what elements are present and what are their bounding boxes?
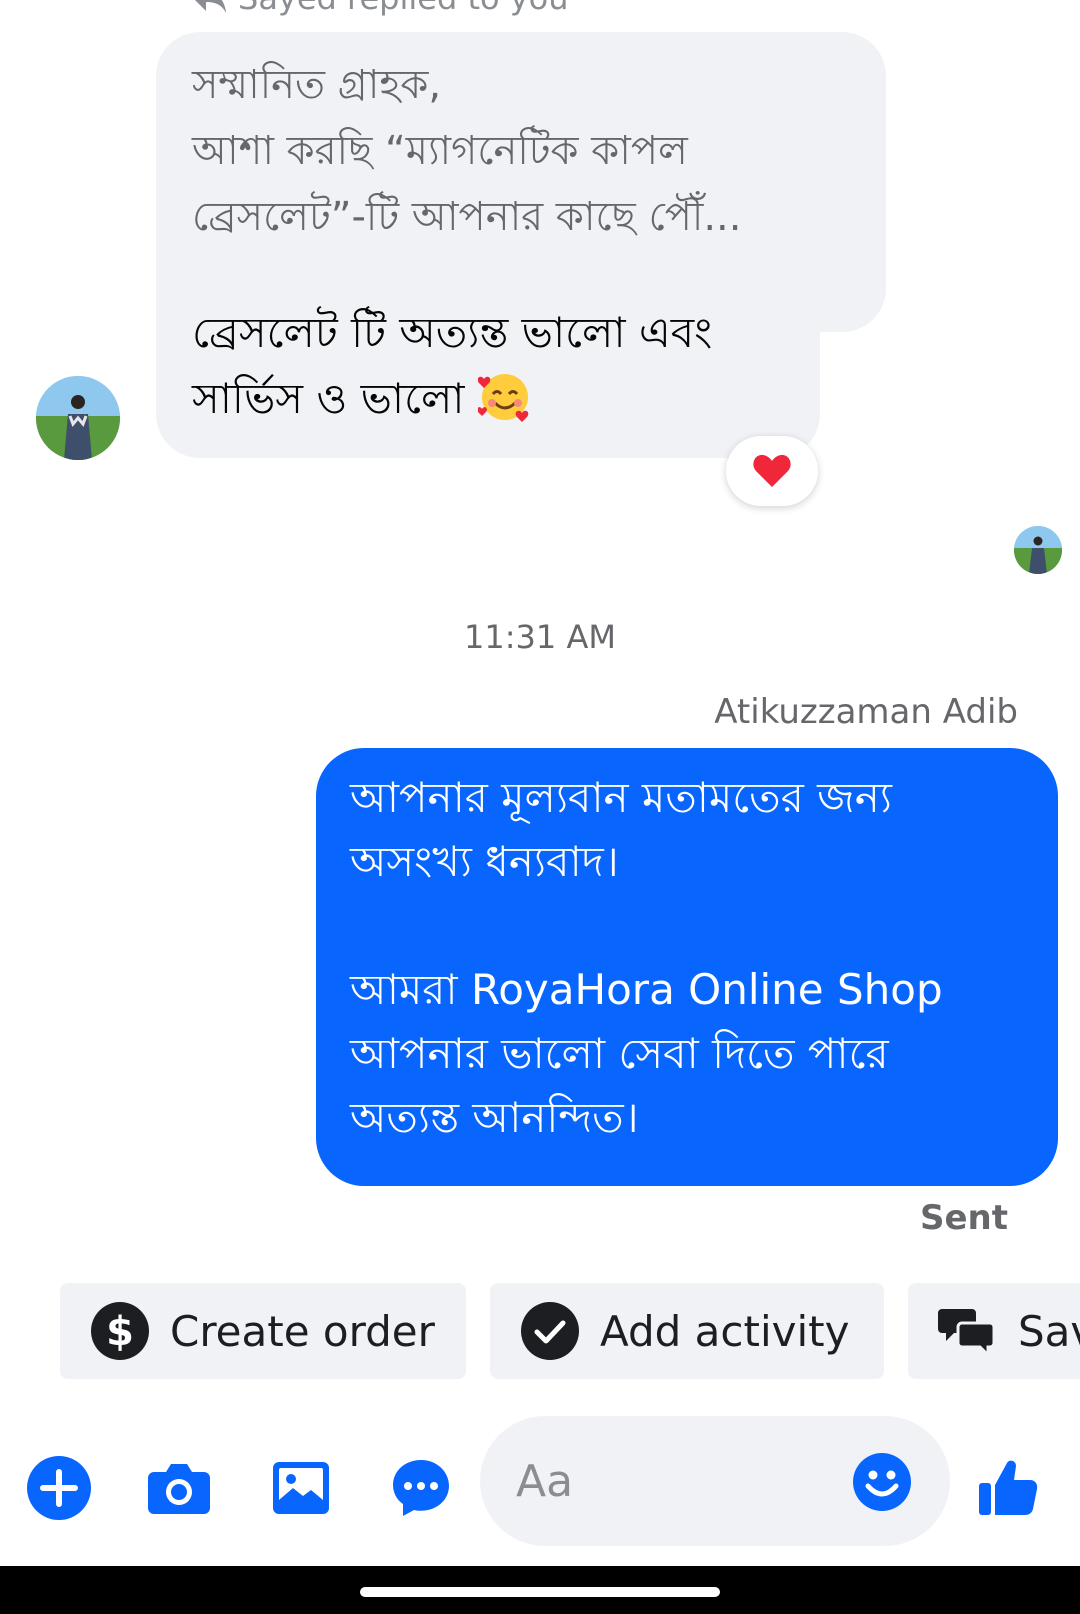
gallery-button[interactable] — [268, 1455, 334, 1521]
received-line: ব্রেসলেট টি অত্যন্ত ভালো এবং — [192, 308, 713, 357]
sent-line: আপনার ভালো সেবা দিতে পারে — [350, 1029, 889, 1078]
quoted-line: আশা করছি “ম্যাগনেটিক কাপল — [192, 128, 688, 174]
sent-line: আপনার মূল্যবান মতামতের জন্য — [350, 773, 892, 822]
add-activity-label: Add activity — [600, 1306, 850, 1356]
sent-message-text: আপনার মূল্যবান মতামতের জন্য অসংখ্য ধন্যব… — [350, 766, 1050, 1150]
message-timestamp: 11:31 AM — [464, 618, 616, 656]
saved-replies-button[interactable]: Sav — [908, 1283, 1080, 1379]
contact-avatar[interactable] — [36, 376, 120, 460]
chat-bubbles-icon — [938, 1309, 996, 1359]
sent-line: আমরা RoyaHora Online Shop — [350, 965, 943, 1014]
svg-text:$: $ — [106, 1309, 134, 1355]
received-line-with-emoji: সার্ভিস ও ভালো — [192, 366, 832, 432]
quoted-line: সম্মানিত গ্রাহক, — [192, 62, 442, 108]
reply-header-label: Sayed replied to you — [238, 0, 569, 17]
reply-header: Sayed replied to you — [190, 0, 569, 18]
create-order-label: Create order — [170, 1306, 435, 1356]
plus-icon — [27, 1456, 91, 1520]
dollar-icon: $ — [91, 1302, 149, 1360]
like-button[interactable] — [974, 1452, 1044, 1522]
message-input-placeholder: Aa — [516, 1455, 574, 1507]
thumbs-up-icon — [979, 1460, 1038, 1515]
sent-line: অত্যন্ত আনন্দিত। — [350, 1093, 639, 1142]
saved-replies-label: Sav — [1018, 1306, 1080, 1356]
sent-line: অসংখ্য ধন্যবাদ। — [350, 837, 619, 886]
received-line: সার্ভিস ও ভালো — [192, 374, 465, 423]
sender-name: Atikuzzaman Adib — [714, 692, 1018, 732]
more-options-button[interactable] — [388, 1455, 454, 1521]
heart-icon — [753, 454, 791, 487]
person-photo — [1014, 526, 1062, 574]
sent-line — [350, 894, 1050, 958]
person-photo — [36, 376, 120, 460]
create-order-button[interactable]: $ Create order — [60, 1283, 466, 1379]
read-receipt-avatar — [1014, 526, 1062, 574]
smiling-face-with-hearts-icon — [477, 374, 529, 422]
reaction-badge[interactable] — [726, 436, 818, 506]
reply-arrow-icon — [195, 0, 226, 13]
home-indicator[interactable] — [360, 1587, 720, 1597]
add-activity-button[interactable]: Add activity — [490, 1283, 884, 1379]
camera-icon — [148, 1464, 210, 1514]
emoji-button[interactable] — [852, 1452, 912, 1512]
emoji-icon — [853, 1453, 911, 1511]
received-message-text: ব্রেসলেট টি অত্যন্ত ভালো এবং সার্ভিস ও ভ… — [192, 300, 832, 432]
chat-more-icon — [393, 1460, 449, 1516]
camera-button[interactable] — [146, 1455, 212, 1521]
check-circle-icon — [521, 1302, 579, 1360]
sent-status: Sent — [919, 1198, 1008, 1238]
add-button[interactable] — [26, 1455, 92, 1521]
quoted-line: ব্রেসলেট”-টি আপনার কাছে পৌঁ... — [192, 194, 742, 240]
image-icon — [273, 1462, 329, 1514]
quoted-message-text: সম্মানিত গ্রাহক, আশা করছি “ম্যাগনেটিক কা… — [192, 52, 872, 250]
